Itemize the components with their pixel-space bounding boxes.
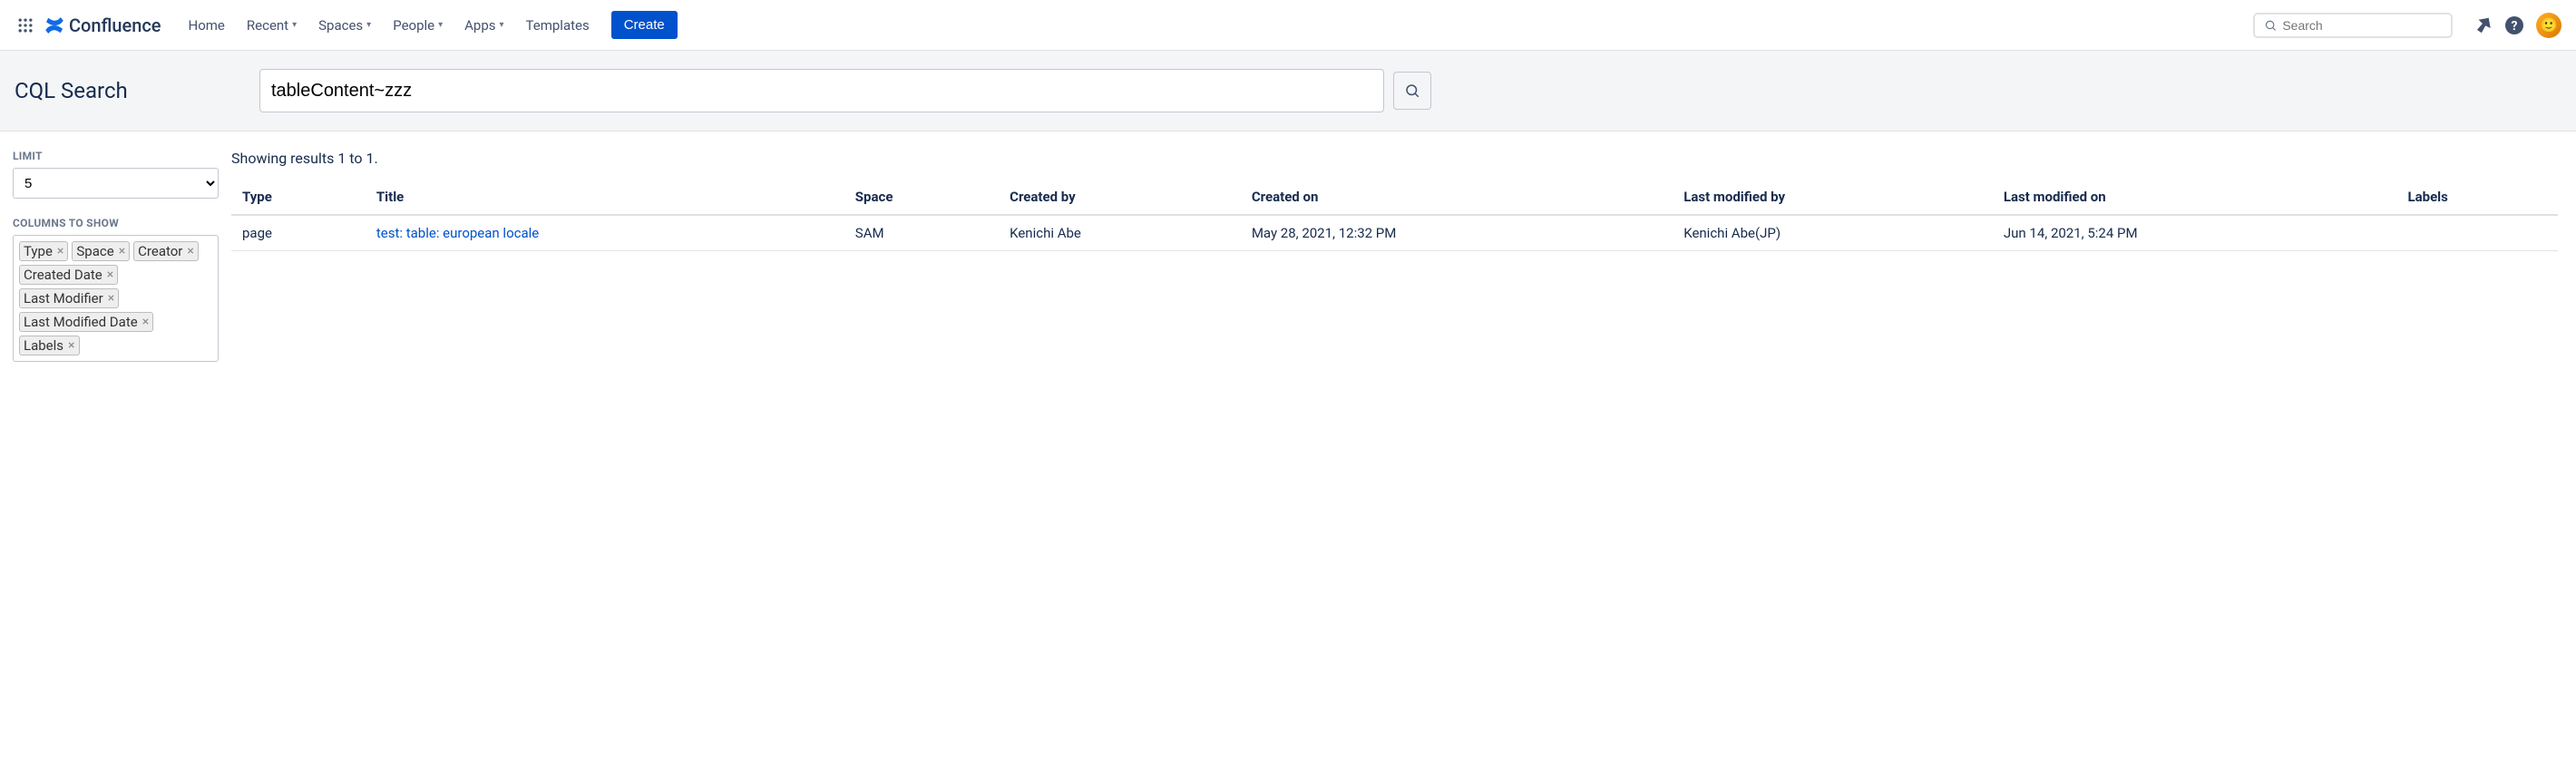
chevron-down-icon: ▾: [292, 20, 297, 30]
user-avatar[interactable]: 🙂: [2536, 13, 2561, 38]
chip-remove-icon[interactable]: ×: [108, 292, 114, 305]
table-cell: [2397, 215, 2559, 251]
column-header: Created by: [999, 180, 1241, 215]
column-header: Last modified on: [1993, 180, 2397, 215]
table-cell: May 28, 2021, 12:32 PM: [1241, 215, 1673, 251]
nav-item-apps[interactable]: Apps▾: [455, 12, 512, 39]
search-icon: [1404, 83, 1420, 99]
chevron-down-icon: ▾: [438, 20, 443, 30]
nav-item-spaces[interactable]: Spaces▾: [309, 12, 380, 39]
chip-remove-icon[interactable]: ×: [68, 339, 74, 352]
column-header: Space: [844, 180, 999, 215]
chevron-down-icon: ▾: [366, 20, 371, 30]
create-button[interactable]: Create: [611, 11, 678, 39]
chip-remove-icon[interactable]: ×: [142, 316, 149, 328]
logo-text: Confluence: [69, 15, 161, 36]
nav-items: HomeRecent▾Spaces▾People▾Apps▾Templates: [180, 12, 599, 39]
cql-title: CQL Search: [15, 78, 259, 103]
table-cell: Kenichi Abe: [999, 215, 1241, 251]
result-title-link[interactable]: test: table: european locale: [376, 225, 539, 241]
column-chip[interactable]: Creator×: [133, 241, 199, 261]
table-row: pagetest: table: european localeSAMKenic…: [231, 215, 2558, 251]
table-cell: page: [231, 215, 366, 251]
cql-search-bar: CQL Search: [0, 51, 2576, 131]
sidebar: LIMIT 5 COLUMNS TO SHOW Type×Space×Creat…: [0, 131, 231, 380]
column-header: Labels: [2397, 180, 2559, 215]
table-header-row: TypeTitleSpaceCreated byCreated onLast m…: [231, 180, 2558, 215]
table-body: pagetest: table: european localeSAMKenic…: [231, 215, 2558, 251]
nav-item-people[interactable]: People▾: [384, 12, 452, 39]
column-chip[interactable]: Labels×: [19, 336, 80, 355]
nav-item-templates[interactable]: Templates: [517, 12, 599, 39]
chip-remove-icon[interactable]: ×: [187, 245, 193, 258]
table-cell: test: table: european locale: [366, 215, 844, 251]
column-chip[interactable]: Last Modified Date×: [19, 312, 153, 332]
columns-label: COLUMNS TO SHOW: [13, 217, 219, 229]
column-header: Last modified by: [1673, 180, 1993, 215]
chevron-down-icon: ▾: [500, 20, 504, 30]
table-cell: SAM: [844, 215, 999, 251]
table-cell: Kenichi Abe(JP): [1673, 215, 1993, 251]
cql-query-input[interactable]: [259, 69, 1384, 112]
app-switcher-icon[interactable]: [15, 15, 36, 36]
columns-chips-box[interactable]: Type×Space×Creator× Created Date× Last Mod…: [13, 235, 219, 362]
body: LIMIT 5 COLUMNS TO SHOW Type×Space×Creat…: [0, 131, 2576, 380]
top-navigation: Confluence HomeRecent▾Spaces▾People▾Apps…: [0, 0, 2576, 51]
svg-text:?: ?: [2512, 19, 2518, 34]
limit-select[interactable]: 5: [13, 168, 219, 199]
help-icon[interactable]: ?: [2502, 13, 2527, 38]
results-summary: Showing results 1 to 1.: [231, 150, 2558, 167]
chip-remove-icon[interactable]: ×: [57, 245, 63, 258]
cql-submit-button[interactable]: [1393, 72, 1431, 110]
notifications-icon[interactable]: [2471, 13, 2496, 38]
column-chip[interactable]: Last Modifier×: [19, 288, 119, 308]
column-chip[interactable]: Created Date×: [19, 265, 118, 285]
search-icon: [2264, 18, 2277, 33]
confluence-logo[interactable]: Confluence: [44, 15, 161, 36]
column-header: Title: [366, 180, 844, 215]
chip-remove-icon[interactable]: ×: [119, 245, 125, 258]
global-search-input[interactable]: [2282, 18, 2442, 33]
limit-label: LIMIT: [13, 150, 219, 162]
table-cell: Jun 14, 2021, 5:24 PM: [1993, 215, 2397, 251]
chip-remove-icon[interactable]: ×: [107, 268, 113, 281]
results-table: TypeTitleSpaceCreated byCreated onLast m…: [231, 180, 2558, 251]
global-search[interactable]: [2253, 13, 2453, 38]
nav-item-home[interactable]: Home: [180, 12, 234, 39]
column-header: Created on: [1241, 180, 1673, 215]
results-panel: Showing results 1 to 1. TypeTitleSpaceCr…: [231, 131, 2576, 380]
column-chip[interactable]: Space×: [72, 241, 130, 261]
nav-item-recent[interactable]: Recent▾: [238, 12, 306, 39]
column-chip[interactable]: Type×: [19, 241, 68, 261]
column-header: Type: [231, 180, 366, 215]
